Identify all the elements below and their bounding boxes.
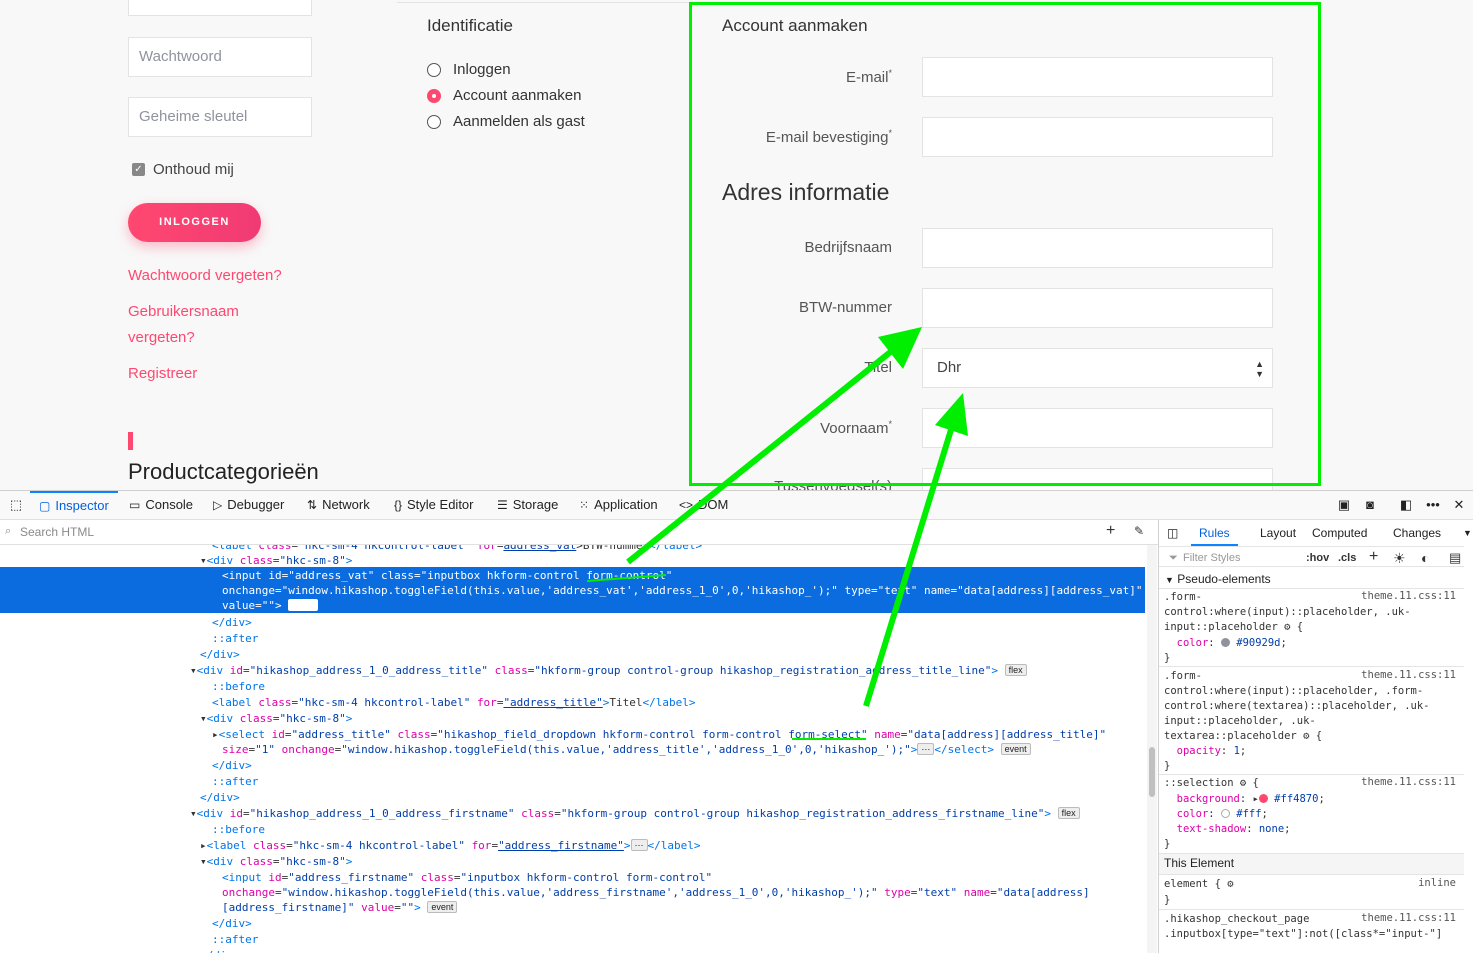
underline-form-control [586,574,667,582]
arrow-head [878,327,922,369]
arrow-to-title [863,419,957,707]
arrow-head [935,393,968,436]
arrow-to-vat [626,347,895,565]
annotation-arrows [586,327,968,740]
